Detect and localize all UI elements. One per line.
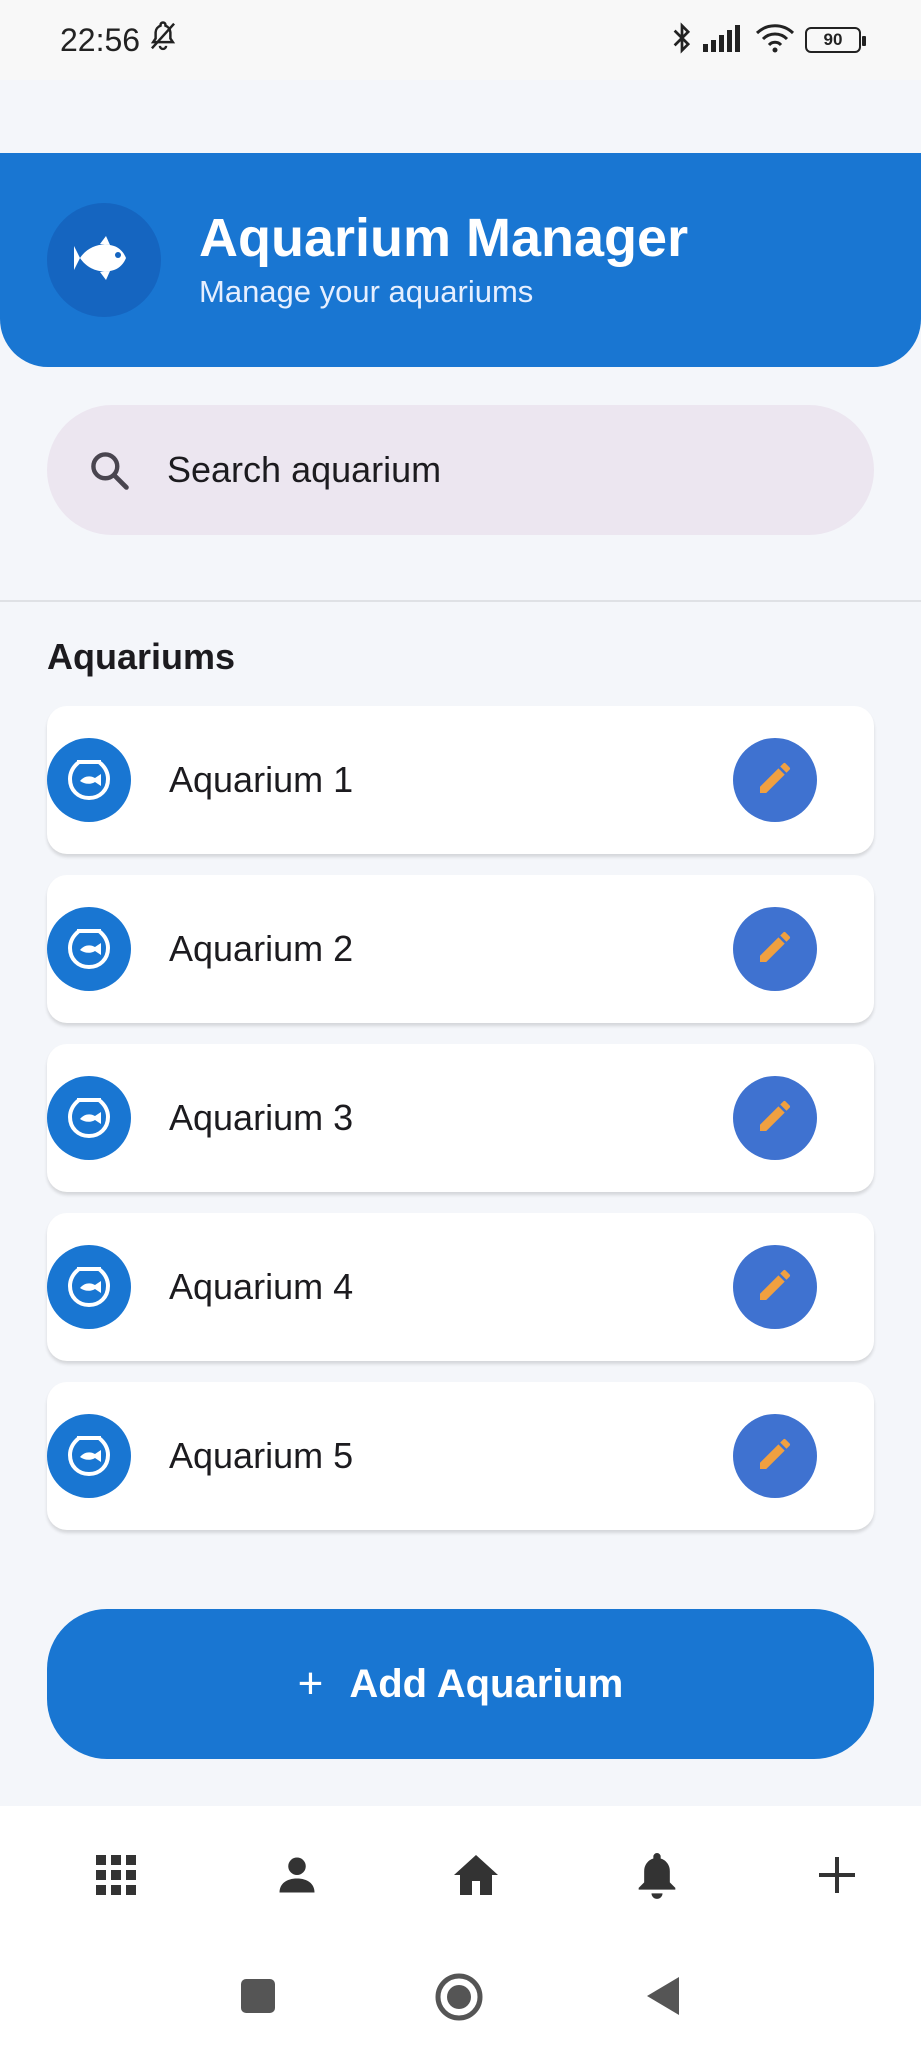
- edit-button[interactable]: [733, 1414, 817, 1498]
- fish-icon: [74, 235, 134, 285]
- search-icon[interactable]: [85, 446, 133, 494]
- bluetooth-icon: [671, 21, 693, 59]
- aquarium-list: Aquarium 1 Aquarium 2 Aquarium 3 Aquariu…: [47, 706, 874, 1551]
- system-nav: [0, 1944, 921, 2048]
- bottom-nav: [0, 1806, 921, 1944]
- home-icon[interactable]: [451, 1850, 501, 1900]
- recent-apps-button[interactable]: [238, 1976, 278, 2016]
- back-button[interactable]: [643, 1974, 683, 2018]
- add-aquarium-button[interactable]: + Add Aquarium: [47, 1609, 874, 1759]
- header-text: Aquarium Manager Manage your aquariums: [199, 206, 688, 314]
- list-item[interactable]: Aquarium 3: [47, 1044, 874, 1192]
- home-button[interactable]: [434, 1972, 484, 2022]
- fishbowl-icon: [47, 1076, 131, 1160]
- aquarium-name: Aquarium 5: [169, 1435, 354, 1476]
- list-item[interactable]: Aquarium 2: [47, 875, 874, 1023]
- section-title: Aquariums: [47, 636, 236, 677]
- pencil-icon: [755, 1434, 795, 1479]
- page-subtitle: Manage your aquariums: [199, 274, 534, 309]
- status-time: 22:56: [60, 21, 141, 58]
- signal-icon: [703, 24, 745, 57]
- status-left: 22:56: [60, 20, 178, 60]
- battery-level: 90: [823, 30, 843, 49]
- bell-off-icon: [148, 20, 178, 60]
- fishbowl-icon: [47, 1414, 131, 1498]
- fishbowl-icon: [47, 907, 131, 991]
- pencil-icon: [755, 1265, 795, 1310]
- aquarium-name: Aquarium 1: [169, 759, 354, 800]
- add-aquarium-label: Add Aquarium: [349, 1661, 624, 1706]
- plus-icon[interactable]: [812, 1850, 862, 1900]
- page-title: Aquarium Manager: [199, 208, 689, 268]
- edit-button[interactable]: [733, 738, 817, 822]
- pencil-icon: [755, 1096, 795, 1141]
- search-input[interactable]: Search aquarium: [167, 449, 441, 491]
- header-avatar: [47, 203, 161, 317]
- aquarium-name: Aquarium 4: [169, 1266, 354, 1307]
- battery-icon: 90: [805, 27, 866, 53]
- list-item[interactable]: Aquarium 1: [47, 706, 874, 854]
- search-bar[interactable]: Search aquarium: [47, 405, 874, 535]
- list-item[interactable]: Aquarium 5: [47, 1382, 874, 1530]
- fishbowl-icon: [47, 1245, 131, 1329]
- plus-icon: +: [297, 1659, 324, 1708]
- status-bar: 22:56 90: [0, 0, 921, 80]
- edit-button[interactable]: [733, 1245, 817, 1329]
- divider: [0, 600, 921, 602]
- app-header: Aquarium Manager Manage your aquariums: [0, 153, 921, 367]
- pencil-icon: [755, 927, 795, 972]
- edit-button[interactable]: [733, 907, 817, 991]
- edit-button[interactable]: [733, 1076, 817, 1160]
- wifi-icon: [755, 23, 795, 58]
- person-icon[interactable]: [272, 1850, 322, 1900]
- aquarium-name: Aquarium 3: [169, 1097, 354, 1138]
- aquarium-name: Aquarium 2: [169, 928, 354, 969]
- fishbowl-icon: [47, 738, 131, 822]
- list-item[interactable]: Aquarium 4: [47, 1213, 874, 1361]
- bell-icon[interactable]: [632, 1850, 682, 1900]
- pencil-icon: [755, 758, 795, 803]
- status-right: 90: [671, 21, 866, 59]
- grid-icon[interactable]: [91, 1850, 141, 1900]
